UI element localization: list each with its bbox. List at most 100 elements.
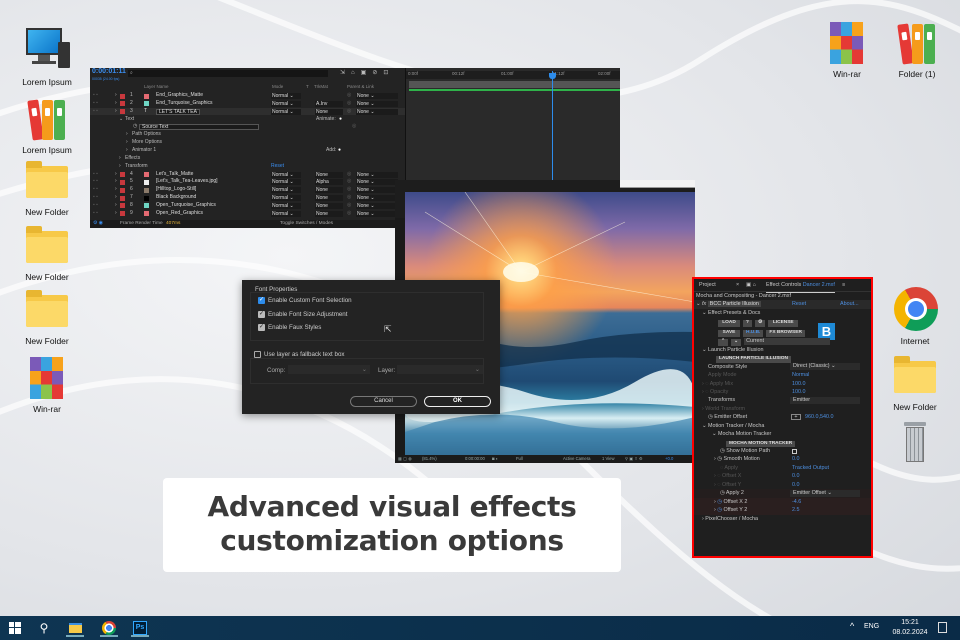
desktop-icon-winrar[interactable]: Win-rar (15, 355, 79, 414)
add-icon[interactable]: ● (338, 147, 341, 155)
parent-dropdown[interactable]: None ⌄ (356, 108, 398, 115)
layer-row[interactable]: ▪ ▪ › 3 T LET'S TALK TEA Normal ⌄ None ◎ None ⌄ (90, 107, 405, 116)
emitter-offset-row[interactable]: ◷ Emitter Offset +960.0,540.0 (694, 413, 871, 421)
pickwhip-icon[interactable]: ◎ (347, 100, 351, 108)
expand-chevron-icon[interactable]: ⌄ (119, 116, 123, 124)
visibility-toggle[interactable]: ▪ ▪ (93, 92, 98, 100)
desktop-icon-lorem-ipsum-computer[interactable]: Lorem Ipsum (15, 28, 79, 87)
label-color[interactable] (120, 211, 125, 217)
views-dropdown[interactable]: 1 View (602, 455, 615, 463)
expand-chevron-icon[interactable]: › (115, 178, 117, 186)
expand-chevron-icon[interactable]: › (115, 171, 117, 179)
visibility-toggle[interactable]: ▪ ▪ (93, 171, 98, 179)
property-row[interactable]: ⌄ Text Animate: ● (90, 116, 405, 124)
visibility-toggle[interactable]: ▪ ▪ (93, 100, 98, 108)
chrome-icon[interactable] (100, 619, 118, 637)
parent-dropdown[interactable]: None ⌄ (356, 171, 398, 178)
layer-row[interactable]: ▪ ▪ › 1 End_Graphics_Matte Normal ⌄ ◎ None ⌄ (90, 92, 405, 100)
mode-dropdown[interactable]: Normal ⌄ (271, 202, 301, 209)
trkmat-dropdown[interactable]: A.Inv (315, 100, 343, 107)
trkmat-dropdown[interactable]: Alpha (315, 179, 343, 186)
transforms-row[interactable]: Transforms Emitter (694, 396, 871, 405)
tab-project[interactable]: Project (699, 282, 716, 288)
settings-button[interactable]: ⚙ (754, 320, 766, 327)
layer-name[interactable]: End_Turquoise_Graphics (156, 100, 213, 108)
add-icon[interactable]: ● (339, 116, 342, 124)
parent-dropdown[interactable]: None ⌄ (356, 187, 398, 194)
visibility-toggle[interactable]: ▪ ▪ (93, 108, 98, 116)
camera-dropdown[interactable]: Active Camera (563, 455, 590, 463)
mode-dropdown[interactable]: Normal ⌄ (271, 93, 301, 99)
label-color[interactable] (120, 179, 125, 185)
comp-dropdown[interactable]: ⌄ (288, 365, 370, 374)
license-button[interactable]: LICENSE (768, 320, 799, 327)
load-button[interactable]: LOAD (718, 320, 740, 327)
expand-chevron-icon[interactable]: › (115, 186, 117, 194)
desktop-icon-new-folder-1[interactable]: New Folder (15, 158, 79, 217)
expand-chevron-icon[interactable]: › (119, 163, 121, 171)
property-name[interactable]: Effects (125, 155, 140, 163)
layer-list[interactable]: ▪ ▪ › 1 End_Graphics_Matte Normal ⌄ ◎ None ⌄ ▪ … (90, 92, 405, 218)
property-row[interactable]: › Path Options (90, 131, 405, 139)
expand-chevron-icon[interactable]: › (115, 92, 117, 100)
property-row[interactable]: › Effects (90, 155, 405, 163)
offset-x2-row[interactable]: › ◷ Offset X 2 -4.6 (694, 497, 871, 507)
visibility-toggle[interactable]: ▪ ▪ (93, 210, 98, 218)
fx-browser-button[interactable]: FX BROWSER (766, 330, 805, 337)
hub-button[interactable]: H.U.B. (743, 330, 764, 337)
property-action[interactable]: Reset (271, 163, 284, 171)
trkmat-dropdown[interactable]: None (315, 202, 343, 209)
checkbox-custom-font[interactable]: ✓ Enable Custom Font Selection (258, 297, 352, 304)
layer-row[interactable]: ▪ ▪ › 8 Open_Turquoise_Graphics Normal ⌄ None… (90, 202, 405, 210)
composite-style-row[interactable]: Composite Style Direct (Classic) ⌄ (694, 363, 871, 371)
label-color[interactable] (120, 203, 125, 209)
trkmat-dropdown[interactable]: None (315, 171, 343, 178)
pickwhip-icon[interactable]: ◎ (347, 92, 351, 100)
property-name[interactable]: Transform (125, 163, 148, 171)
parent-dropdown[interactable]: None ⌄ (356, 93, 398, 99)
property-row[interactable]: › More Options (90, 139, 405, 147)
group-pixelchooser[interactable]: › PixelChooser / Mocha (694, 515, 871, 523)
pickwhip-icon[interactable]: ◎ (347, 210, 351, 218)
resolution-dropdown[interactable]: Full (516, 455, 523, 463)
property-action[interactable]: Add: (326, 147, 336, 155)
layer-name[interactable]: Black Background (156, 194, 196, 202)
layer-row[interactable]: ▪ ▪ › 9 Open_Red_Graphics Normal ⌄ None ◎ None … (90, 210, 405, 218)
ok-button[interactable]: OK (424, 396, 491, 407)
pickwhip-icon[interactable]: ◎ (347, 108, 351, 116)
visibility-toggle[interactable]: ▪ ▪ (93, 202, 98, 210)
mode-dropdown[interactable]: Normal ⌄ (271, 171, 301, 178)
desktop-icon-lorem-ipsum-binders[interactable]: Lorem Ipsum (15, 96, 79, 155)
preset-field[interactable]: Current (744, 338, 831, 345)
label-color[interactable] (120, 101, 125, 107)
expand-chevron-icon[interactable]: › (126, 147, 128, 155)
start-icon[interactable] (6, 619, 24, 637)
checkbox-font-size[interactable]: ✓ Enable Font Size Adjustment (258, 311, 347, 318)
layer-name[interactable]: [Hilltop_Logo-Still] (156, 186, 196, 194)
desktop-icon-new-folder-2[interactable]: New Folder (15, 223, 79, 282)
label-color[interactable] (120, 187, 125, 193)
mode-dropdown[interactable]: Normal ⌄ (271, 108, 301, 115)
layer-name[interactable]: LET'S TALK TEA (156, 108, 200, 115)
visibility-toggle[interactable]: ▪ ▪ (93, 194, 98, 202)
magnification-dropdown[interactable]: (81.4%) (422, 455, 437, 463)
mode-dropdown[interactable]: Normal ⌄ (271, 195, 301, 202)
property-name[interactable]: More Options (132, 139, 162, 147)
desktop-icon-internet[interactable]: Internet (883, 287, 947, 346)
layer-row[interactable]: ▪ ▪ › 4 Let's_Talk_Matte Normal ⌄ None ◎ None ⌄ (90, 171, 405, 179)
expand-chevron-icon[interactable]: › (115, 202, 117, 210)
pickwhip-icon[interactable]: ◎ (352, 123, 356, 131)
layer-name[interactable]: Let's_Talk_Matte (156, 171, 193, 179)
group-motion-tracker[interactable]: ⌄ Motion Tracker / Mocha (694, 422, 871, 430)
parent-dropdown[interactable]: None ⌄ (356, 195, 398, 202)
desktop-icon-winrar-right[interactable]: Win-rar (815, 20, 879, 79)
expand-chevron-icon[interactable]: › (115, 100, 117, 108)
trkmat-dropdown[interactable]: None (315, 195, 343, 202)
desktop-icon-recycle-bin[interactable] (883, 420, 947, 469)
label-color[interactable] (120, 195, 125, 201)
expand-chevron-icon[interactable]: › (126, 139, 128, 147)
property-name[interactable]: Source Text (139, 124, 259, 131)
layer-name[interactable]: Open_Red_Graphics (156, 210, 203, 218)
about-link[interactable]: About... (840, 300, 859, 308)
file-explorer-icon[interactable] (66, 619, 84, 637)
